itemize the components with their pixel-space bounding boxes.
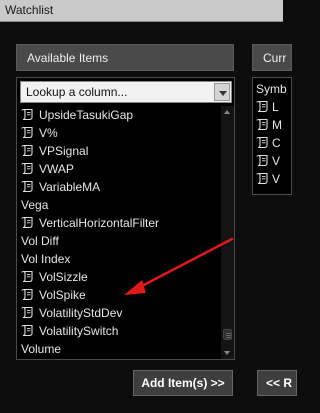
available-items-rows: UpsideTasukiGap V% VPSignal VWAP VariableMA V… — [19, 106, 219, 358]
study-script-icon — [21, 216, 35, 229]
list-item-volume[interactable]: Volume — [19, 340, 219, 358]
list-item-vol-index[interactable]: Vol Index — [19, 250, 219, 268]
list-item-label: Vol Index — [21, 252, 71, 266]
study-script-icon — [21, 108, 35, 121]
list-item-upsidetasukigap[interactable]: UpsideTasukiGap — [19, 106, 219, 124]
current-list-item[interactable]: Symb — [256, 80, 291, 98]
current-list-item-label: L — [272, 100, 279, 114]
list-item-label: Volume — [21, 342, 62, 356]
available-items-list[interactable]: UpsideTasukiGap V% VPSignal VWAP VariableMA V… — [16, 77, 235, 360]
remove-items-button[interactable]: << R — [257, 370, 297, 396]
study-script-icon — [21, 162, 35, 175]
study-script-icon — [256, 136, 270, 149]
current-list-item-label: V — [272, 172, 281, 186]
study-script-icon — [21, 306, 35, 319]
list-item-label: UpsideTasukiGap — [39, 108, 134, 122]
list-item-label: VariableMA — [39, 180, 101, 194]
list-item-volsizzle[interactable]: VolSizzle — [19, 268, 219, 286]
list-item-label: VolatilitySwitch — [39, 324, 119, 338]
lookup-input[interactable] — [21, 82, 211, 102]
available-items-scrollbar[interactable] — [221, 106, 234, 359]
current-items-header: Curr — [252, 44, 292, 71]
current-list-item[interactable]: M — [256, 116, 291, 134]
study-script-icon — [21, 324, 35, 337]
study-script-icon — [256, 118, 270, 131]
current-list-item[interactable]: V — [256, 170, 291, 188]
list-item-label: VolatilityStdDev — [39, 306, 123, 320]
list-item-vega[interactable]: Vega — [19, 196, 219, 214]
scroll-down-arrow[interactable] — [221, 347, 234, 359]
scroll-up-arrow[interactable] — [221, 106, 234, 118]
study-script-icon — [21, 144, 35, 157]
study-script-icon — [21, 270, 35, 283]
list-item-variablema[interactable]: VariableMA — [19, 178, 219, 196]
current-list-item[interactable]: C — [256, 134, 291, 152]
current-list-item-label: Symb — [256, 82, 287, 96]
available-items-header: Available Items — [16, 44, 234, 71]
current-items-list[interactable]: Symb L M C V V — [252, 77, 292, 195]
scroll-track[interactable] — [223, 118, 232, 347]
list-item-vwap[interactable]: VWAP — [19, 160, 219, 178]
list-item-label: V% — [39, 126, 58, 140]
list-item-label: VerticalHorizontalFilter — [39, 216, 160, 230]
list-item-volspike[interactable]: VolSpike — [19, 286, 219, 304]
current-items-title: Curr — [263, 51, 287, 65]
current-list-item-label: C — [272, 136, 281, 150]
study-script-icon — [256, 154, 270, 167]
dropdown-arrow-button[interactable] — [214, 83, 230, 101]
study-script-icon — [21, 126, 35, 139]
list-item-label: VWAP — [39, 162, 74, 176]
current-list-item-label: V — [272, 154, 281, 168]
available-items-title: Available Items — [27, 51, 109, 65]
list-item-label: Vol Diff — [21, 234, 59, 248]
list-item-label: VolSizzle — [39, 270, 88, 284]
study-script-icon — [21, 180, 35, 193]
study-script-icon — [256, 100, 270, 113]
study-script-icon — [256, 172, 270, 185]
list-item-volatilitystddev[interactable]: VolatilityStdDev — [19, 304, 219, 322]
study-script-icon — [21, 288, 35, 301]
list-item-verticalhorizontalfilter[interactable]: VerticalHorizontalFilter — [19, 214, 219, 232]
lookup-combobox[interactable] — [20, 81, 232, 103]
list-item-label: VolSpike — [39, 288, 86, 302]
list-item-label: VPSignal — [39, 144, 89, 158]
list-item-label: Vega — [21, 198, 49, 212]
list-item-v[interactable]: V% — [19, 124, 219, 142]
current-list-item[interactable]: L — [256, 98, 291, 116]
scroll-thumb[interactable] — [223, 329, 232, 340]
window-titlebar: Watchlist — [0, 0, 283, 22]
list-item-vol-diff[interactable]: Vol Diff — [19, 232, 219, 250]
list-item-volatilityswitch[interactable]: VolatilitySwitch — [19, 322, 219, 340]
current-list-item-label: M — [272, 118, 282, 132]
window-title: Watchlist — [5, 3, 54, 17]
list-item-vpsignal[interactable]: VPSignal — [19, 142, 219, 160]
current-items-rows: Symb L M C V V — [256, 80, 291, 188]
current-list-item[interactable]: V — [256, 152, 291, 170]
add-items-button[interactable]: Add Item(s) >> — [133, 370, 233, 396]
